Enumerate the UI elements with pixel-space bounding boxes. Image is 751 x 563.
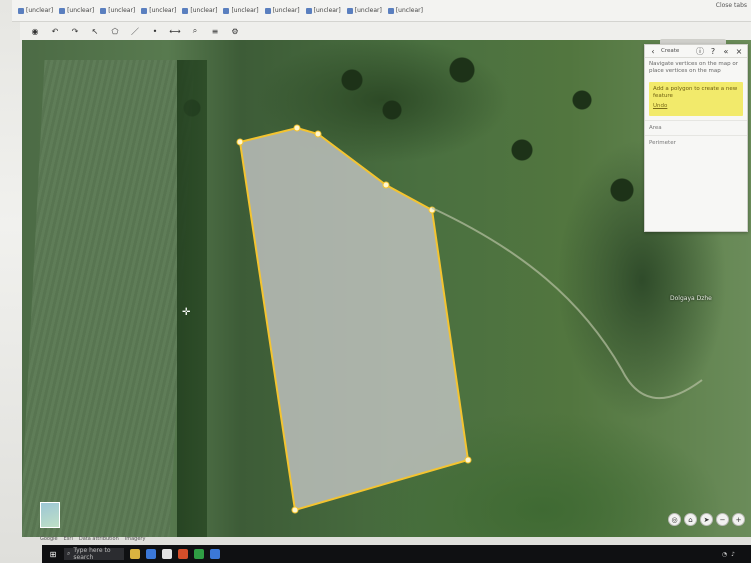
forward-icon[interactable]: ↷: [70, 26, 80, 36]
close-icon[interactable]: ×: [734, 46, 744, 56]
parcel-shape[interactable]: [238, 126, 470, 512]
map-attribution: Google Esri Data attribution Imagery: [40, 536, 145, 542]
warning-text: Add a polygon to create a new feature: [653, 86, 738, 99]
taskbar-app-icon[interactable]: [178, 549, 188, 559]
bookmark-item[interactable]: [unclear]: [264, 7, 300, 14]
collapse-icon[interactable]: «: [721, 46, 731, 56]
info-icon[interactable]: ⓘ: [695, 46, 705, 56]
create-feature-panel: ‹ Create ⓘ ? « × Navigate vertices on th…: [644, 44, 748, 232]
taskbar-app-icon[interactable]: [130, 549, 140, 559]
bookmark-item[interactable]: [unclear]: [59, 7, 94, 14]
favicon-icon: [387, 7, 394, 14]
zoom-out-icon[interactable]: −: [716, 513, 729, 526]
taskbar-app-icon[interactable]: [162, 549, 172, 559]
zoom-in-icon[interactable]: +: [732, 513, 745, 526]
polygon-tool-icon[interactable]: ⬠: [110, 26, 120, 36]
bookmark-item[interactable]: [unclear]: [18, 7, 53, 14]
system-tray: ◔ ♪: [722, 551, 751, 558]
start-icon[interactable]: ⊞: [48, 549, 58, 559]
map-toolbar: ◉ ↶ ↷ ↖ ⬠ ／ • ⟷ ⌕ ≡ ⚙: [20, 22, 751, 40]
home-icon[interactable]: ⌂: [684, 513, 697, 526]
attribution-item[interactable]: Data attribution: [79, 536, 119, 542]
parcel-polygon[interactable]: [22, 40, 751, 537]
measure-icon[interactable]: ⟷: [169, 26, 180, 36]
bookmark-item[interactable]: [unclear]: [387, 7, 423, 14]
search-icon: ⌕: [67, 550, 71, 557]
place-label: Dolgaya Dzhe: [670, 295, 712, 302]
panel-header: ‹ Create ⓘ ? « ×: [645, 45, 747, 58]
favicon-icon: [182, 7, 189, 14]
windows-taskbar: ⊞ ⌕ Type here to search ◔ ♪: [42, 545, 751, 563]
bookmark-item[interactable]: [unclear]: [100, 7, 135, 14]
line-tool-icon[interactable]: ／: [130, 26, 140, 36]
dirt-road: [431, 207, 703, 399]
taskbar-search[interactable]: ⌕ Type here to search: [64, 547, 124, 561]
satellite-map[interactable]: ✛ Dolgaya Dzhe: [22, 40, 751, 537]
bookmark-item[interactable]: [unclear]: [182, 7, 217, 14]
bookmark-item[interactable]: [unclear]: [141, 7, 176, 14]
perimeter-field[interactable]: Perimeter: [645, 135, 747, 150]
taskbar-app-icon[interactable]: [146, 549, 156, 559]
favicon-icon: [305, 7, 312, 14]
favicon-icon: [264, 7, 271, 14]
network-icon[interactable]: ◔: [722, 551, 727, 558]
vertex-handle[interactable]: [382, 181, 390, 189]
bookmark-item[interactable]: [unclear]: [223, 7, 259, 14]
taskbar-app-icon[interactable]: [194, 549, 204, 559]
panel-title: Create: [661, 48, 680, 54]
close-tabs-link[interactable]: Close tabs: [716, 2, 747, 9]
volume-icon[interactable]: ♪: [731, 551, 735, 558]
basemap-switcher[interactable]: [40, 502, 60, 528]
settings-icon[interactable]: ⚙: [230, 26, 240, 36]
compass-icon[interactable]: ➤: [700, 513, 713, 526]
back-icon[interactable]: ↶: [50, 26, 60, 36]
area-label: Area: [649, 125, 662, 131]
bookmark-item[interactable]: [unclear]: [346, 7, 382, 14]
vertex-handle[interactable]: [236, 138, 244, 146]
perimeter-label: Perimeter: [649, 140, 676, 146]
panel-description: Navigate vertices on the map or place ve…: [649, 61, 738, 74]
app-logo-icon[interactable]: ◉: [30, 26, 40, 36]
favicon-icon: [223, 7, 230, 14]
favicon-icon: [18, 7, 24, 14]
attribution-item[interactable]: Google: [40, 536, 58, 542]
warning-link[interactable]: Undo: [653, 103, 739, 110]
area-field[interactable]: Area: [645, 120, 747, 135]
locate-icon[interactable]: ◎: [668, 513, 681, 526]
bookmark-item[interactable]: [unclear]: [305, 7, 341, 14]
back-arrow-icon[interactable]: ‹: [648, 46, 658, 56]
vertex-handle[interactable]: [291, 506, 299, 514]
help-icon[interactable]: ?: [708, 46, 718, 56]
map-controls: ◎ ⌂ ➤ − +: [668, 513, 745, 526]
favicon-icon: [59, 7, 66, 14]
search-icon[interactable]: ⌕: [190, 26, 200, 36]
favicon-icon: [141, 7, 148, 14]
attribution-item[interactable]: Esri: [64, 536, 73, 542]
vertex-handle[interactable]: [464, 456, 472, 464]
crosshair-icon: ✛: [182, 307, 191, 318]
warning-notice: Add a polygon to create a new feature Un…: [649, 82, 743, 116]
taskbar-app-icon[interactable]: [210, 549, 220, 559]
favicon-icon: [346, 7, 353, 14]
bookmarks-bar: [unclear] [unclear] [unclear] [unclear] …: [12, 0, 751, 22]
point-tool-icon[interactable]: •: [150, 26, 160, 36]
taskbar-search-placeholder: Type here to search: [73, 547, 111, 561]
vertex-handle[interactable]: [314, 130, 322, 138]
attribution-item[interactable]: Imagery: [125, 536, 146, 542]
layers-icon[interactable]: ≡: [210, 26, 220, 36]
cursor-icon[interactable]: ↖: [90, 26, 100, 36]
favicon-icon: [100, 7, 107, 14]
vertex-handle[interactable]: [293, 124, 301, 132]
